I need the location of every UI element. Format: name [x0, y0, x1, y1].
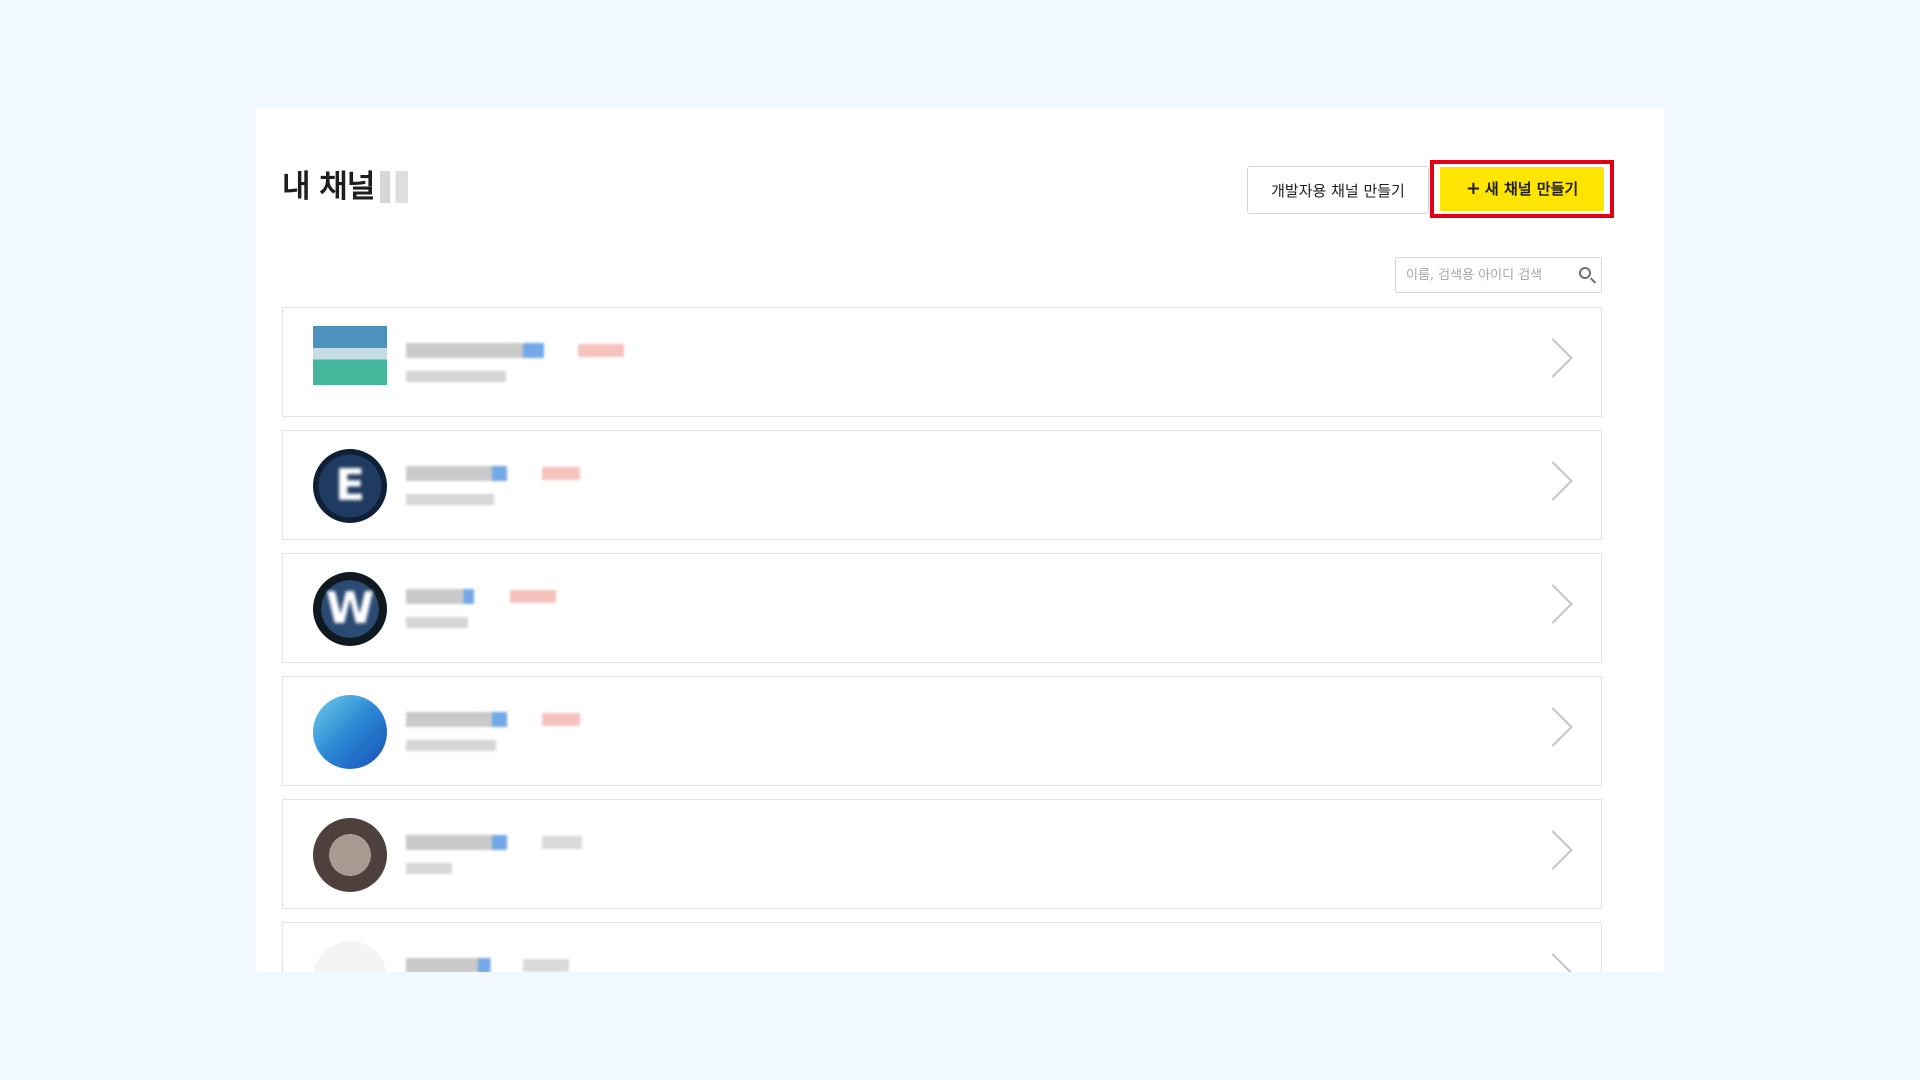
channel-avatar	[313, 941, 387, 972]
channel-list: E W	[282, 307, 1602, 972]
channel-tag-redacted	[542, 467, 580, 480]
chevron-right-icon	[1533, 461, 1573, 501]
channel-tag-redacted	[578, 344, 624, 357]
channel-id-redacted	[406, 617, 468, 628]
channel-name-redacted	[406, 958, 498, 972]
chevron-right-icon	[1533, 953, 1573, 972]
avatar-letter: E	[334, 460, 366, 511]
create-new-channel-label: 새 채널 만들기	[1484, 180, 1579, 198]
channel-name-redacted	[406, 466, 516, 481]
create-new-channel-button[interactable]: + 새 채널 만들기	[1440, 167, 1604, 211]
search-input[interactable]	[1406, 258, 1566, 292]
page-title: 내 채널	[282, 169, 375, 205]
channel-avatar	[313, 818, 387, 892]
search-box	[1395, 257, 1602, 293]
channel-name-redacted	[406, 835, 516, 850]
chevron-right-icon	[1533, 707, 1573, 747]
channel-id-redacted	[406, 371, 506, 382]
channel-tag-redacted	[510, 590, 556, 603]
channel-tag-redacted	[542, 713, 580, 726]
channel-avatar	[313, 695, 387, 769]
chevron-right-icon	[1533, 830, 1573, 870]
channel-id-redacted	[406, 740, 496, 751]
channel-row[interactable]: W	[282, 553, 1602, 663]
channel-row[interactable]	[282, 922, 1602, 972]
channel-tag-redacted	[523, 959, 569, 972]
channel-panel: 내 채널 개발자용 채널 만들기 +새 채널 만들기 E W	[256, 107, 1664, 972]
channel-row[interactable]	[282, 307, 1602, 417]
channel-row[interactable]	[282, 676, 1602, 786]
channel-name-redacted	[406, 712, 516, 727]
chevron-right-icon	[1533, 584, 1573, 624]
channel-avatar: E	[313, 449, 387, 523]
create-dev-channel-button[interactable]: 개발자용 채널 만들기	[1247, 166, 1429, 214]
channel-row[interactable]	[282, 799, 1602, 909]
channel-count-redacted	[380, 171, 408, 203]
search-icon[interactable]	[1579, 267, 1591, 279]
channel-row[interactable]: E	[282, 430, 1602, 540]
channel-avatar	[313, 326, 387, 400]
chevron-right-icon	[1533, 338, 1573, 378]
plus-icon: +	[1465, 178, 1481, 199]
channel-avatar: W	[313, 572, 387, 646]
channel-id-redacted	[406, 494, 494, 505]
channel-name-redacted	[406, 589, 480, 604]
channel-id-redacted	[406, 863, 452, 874]
channel-name-redacted	[406, 343, 556, 358]
channel-tag-redacted	[542, 836, 582, 849]
avatar-letter: W	[325, 583, 375, 634]
